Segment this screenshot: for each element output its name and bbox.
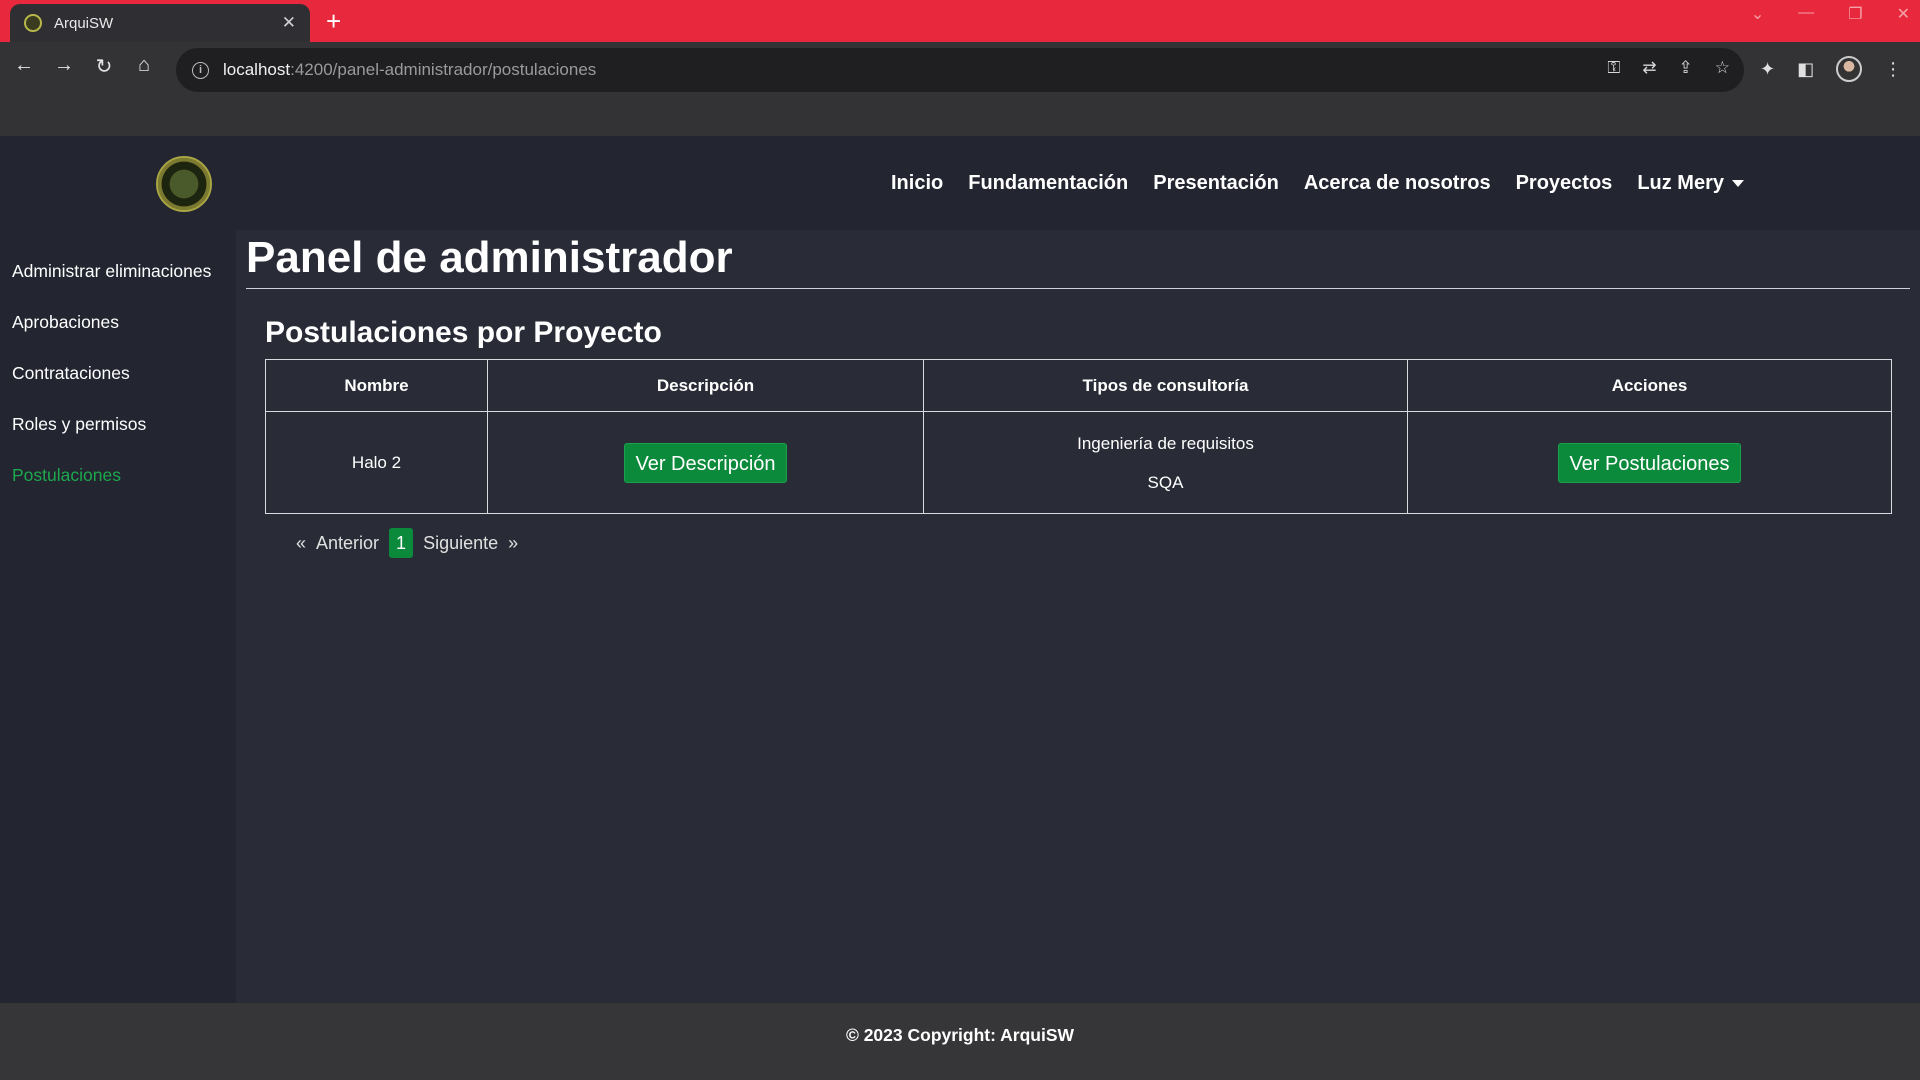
url-host: localhost — [223, 60, 291, 79]
minimize-icon[interactable]: — — [1798, 4, 1814, 24]
profile-avatar[interactable] — [1836, 56, 1863, 82]
cell-descripcion: Ver Descripción — [487, 411, 924, 514]
nav-proyectos[interactable]: Proyectos — [1516, 172, 1613, 195]
current-page-button[interactable]: 1 — [389, 528, 414, 558]
page-footer: © 2023 Copyright: ArquiSW — [0, 1003, 1920, 1080]
app-navbar: Inicio Fundamentación Presentación Acerc… — [0, 136, 1920, 230]
page-title: Panel de administrador — [246, 233, 733, 282]
prev-page-link[interactable]: Anterior — [316, 533, 379, 554]
app-logo[interactable] — [156, 156, 212, 212]
section-title: Postulaciones por Proyecto — [265, 316, 662, 349]
browser-tabbar: ArquiSW ✕ + ⌄ — ❐ ✕ — [0, 0, 1920, 42]
nav-inicio[interactable]: Inicio — [891, 172, 943, 195]
ver-descripcion-button[interactable]: Ver Descripción — [624, 442, 787, 483]
restore-icon[interactable]: ❐ — [1848, 4, 1862, 24]
table-header-row: Nombre Descripción Tipos de consultoría … — [265, 359, 1892, 412]
reload-icon[interactable]: ↻ — [94, 54, 114, 79]
new-tab-icon[interactable]: + — [326, 6, 341, 36]
back-icon[interactable]: ← — [14, 54, 34, 79]
user-name: Luz Mery — [1637, 172, 1724, 194]
ver-postulaciones-button[interactable]: Ver Postulaciones — [1558, 442, 1741, 483]
browser-nav-buttons: ← → ↻ ⌂ — [14, 54, 154, 79]
window-controls: ⌄ — ❐ ✕ — [1751, 4, 1910, 24]
sidebar-item-aprobaciones[interactable]: Aprobaciones — [0, 297, 236, 348]
next-arrow-icon[interactable]: » — [508, 533, 518, 554]
main-menu: Inicio Fundamentación Presentación Acerc… — [891, 172, 1744, 195]
table-row: Halo 2 Ver Descripción Ingeniería de req… — [265, 411, 1892, 514]
tab-title: ArquiSW — [54, 14, 114, 32]
prev-arrow-icon[interactable]: « — [296, 533, 306, 554]
sidebar-item-eliminaciones[interactable]: Administrar eliminaciones — [0, 246, 236, 297]
cell-acciones: Ver Postulaciones — [1407, 411, 1892, 514]
forward-icon[interactable]: → — [54, 54, 74, 79]
bookmark-star-icon[interactable]: ☆ — [1715, 58, 1730, 78]
omnibox-actions: ⚿ ⇄ ⇪ ☆ — [1607, 58, 1730, 78]
close-window-icon[interactable]: ✕ — [1897, 4, 1910, 24]
next-page-link[interactable]: Siguiente — [423, 533, 498, 554]
sidebar-item-postulaciones[interactable]: Postulaciones — [0, 450, 236, 501]
sidebar-item-contrataciones[interactable]: Contrataciones — [0, 348, 236, 399]
url-path: :4200/panel-administrador/postulaciones — [290, 60, 597, 79]
main-content: Panel de administrador Postulaciones por… — [246, 230, 1910, 558]
extension-icons: ✦ ◧ ⋮ — [1760, 56, 1902, 82]
browser-tab[interactable]: ArquiSW ✕ — [10, 4, 310, 42]
nav-presentacion[interactable]: Presentación — [1153, 172, 1279, 195]
site-info-icon[interactable]: i — [192, 61, 209, 79]
tipo-consultoria-item: SQA — [1147, 472, 1184, 492]
cell-tipos: Ingeniería de requisitos SQA — [923, 411, 1408, 514]
sidebar-item-roles[interactable]: Roles y permisos — [0, 399, 236, 450]
browser-menu-icon[interactable]: ⋮ — [1884, 59, 1902, 80]
cell-nombre: Halo 2 — [265, 411, 488, 514]
user-dropdown[interactable]: Luz Mery — [1637, 172, 1744, 195]
nav-fundamentacion[interactable]: Fundamentación — [968, 172, 1128, 195]
column-header-descripcion: Descripción — [487, 359, 924, 412]
translate-icon[interactable]: ⇄ — [1642, 58, 1656, 78]
caret-down-icon — [1732, 180, 1744, 188]
extensions-puzzle-icon[interactable]: ✦ — [1760, 59, 1775, 80]
pagination: « Anterior 1 Siguiente » — [296, 528, 1910, 558]
share-icon[interactable]: ⇪ — [1679, 58, 1693, 78]
admin-sidebar: Administrar eliminaciones Aprobaciones C… — [0, 230, 236, 1003]
column-header-acciones: Acciones — [1407, 359, 1892, 412]
postulaciones-table: Nombre Descripción Tipos de consultoría … — [265, 359, 1892, 514]
browser-toolbar: ← → ↻ ⌂ i localhost:4200/panel-administr… — [0, 42, 1920, 138]
close-tab-icon[interactable]: ✕ — [282, 13, 296, 33]
side-panel-icon[interactable]: ◧ — [1797, 59, 1814, 80]
tab-search-icon[interactable]: ⌄ — [1751, 4, 1764, 24]
tipo-consultoria-item: Ingeniería de requisitos — [1077, 433, 1254, 453]
column-header-tipos: Tipos de consultoría — [923, 359, 1408, 412]
title-divider — [246, 288, 1910, 289]
home-icon[interactable]: ⌂ — [134, 54, 154, 79]
nav-acerca[interactable]: Acerca de nosotros — [1304, 172, 1491, 195]
site-favicon-icon — [24, 14, 42, 32]
address-bar[interactable]: i localhost:4200/panel-administrador/pos… — [176, 48, 1744, 92]
password-key-icon[interactable]: ⚿ — [1607, 58, 1620, 78]
column-header-nombre: Nombre — [265, 359, 488, 412]
